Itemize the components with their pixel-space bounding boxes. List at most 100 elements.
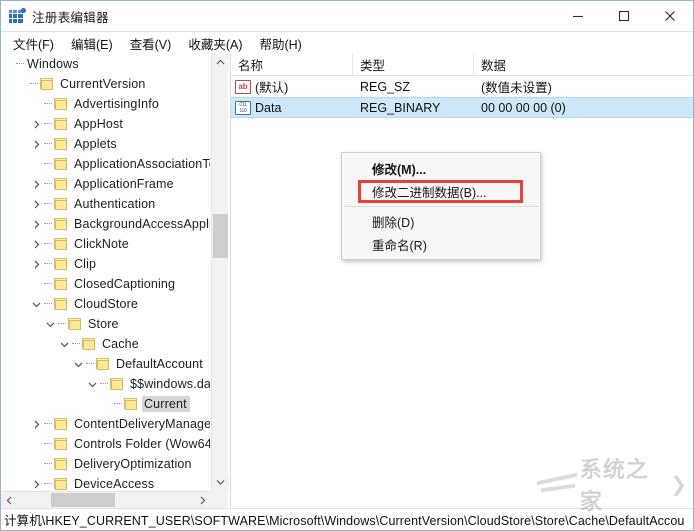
tree-item[interactable]: Applets: [1, 134, 210, 154]
registry-values-list[interactable]: (默认) REG_SZ (数值未设置) Data REG_BINARY 00 00 00 …: [231, 76, 693, 508]
scrollbar-corner: [211, 491, 228, 508]
tree-vertical-scrollbar[interactable]: [211, 54, 229, 491]
chevron-down-icon[interactable]: [85, 374, 99, 394]
tree-item[interactable]: Store: [1, 314, 210, 334]
content-area: Windows CurrentVersion AdvertisingInfo AppH…: [1, 54, 693, 508]
chevron-down-icon[interactable]: [57, 334, 71, 354]
tree-item-label: AdvertisingInfo: [74, 97, 159, 111]
tree-item-label: Clip: [74, 257, 97, 271]
tree-item[interactable]: AdvertisingInfo: [1, 94, 210, 114]
chevron-right-icon[interactable]: [29, 134, 43, 154]
tree-item[interactable]: BackgroundAccessApplicati: [1, 214, 210, 234]
tree-vertical-scroll-thumb[interactable]: [213, 214, 228, 258]
folder-icon: [53, 197, 69, 211]
folder-icon: [53, 177, 69, 191]
tree-item-label: BackgroundAccessApplicati: [74, 217, 210, 231]
chevron-down-icon[interactable]: [29, 294, 43, 314]
folder-icon: [123, 397, 139, 411]
table-row[interactable]: Data REG_BINARY 00 00 00 00 (0): [231, 97, 693, 118]
chevron-right-icon[interactable]: [29, 174, 43, 194]
context-menu-item-rename[interactable]: 重命名(R): [342, 233, 540, 256]
folder-icon: [53, 457, 69, 471]
tree-item-label: CurrentVersion: [60, 77, 146, 91]
tree-item[interactable]: CloudStore: [1, 294, 210, 314]
tree-item-label: ClickNote: [74, 237, 129, 251]
tree-item[interactable]: ClickNote: [1, 234, 210, 254]
context-menu-item-delete[interactable]: 删除(D): [342, 210, 540, 233]
chevron-down-icon[interactable]: [43, 314, 57, 334]
tree-connector: [43, 474, 53, 490]
tree-item[interactable]: CurrentVersion: [1, 74, 210, 94]
tree-expander-empty: [29, 434, 43, 454]
tree-item[interactable]: DeviceAccess: [1, 474, 210, 490]
tree-item-label: Current: [142, 396, 190, 412]
menu-edit[interactable]: 编辑(E): [64, 32, 120, 55]
tree-connector: [43, 134, 53, 154]
chevron-right-icon[interactable]: [29, 194, 43, 214]
maximize-button[interactable]: [601, 1, 647, 31]
chevron-right-icon[interactable]: [29, 414, 43, 434]
tree-item[interactable]: Authentication: [1, 194, 210, 214]
tree-item[interactable]: $$windows.dat: [1, 374, 210, 394]
tree-item[interactable]: DeliveryOptimization: [1, 454, 210, 474]
folder-icon: [53, 297, 69, 311]
menu-bar: 文件(F) 编辑(E) 查看(V) 收藏夹(A) 帮助(H): [1, 32, 693, 54]
folder-icon: [53, 157, 69, 171]
context-menu-item-modify[interactable]: 修改(M)...: [342, 157, 540, 180]
context-menu-item-modify-binary[interactable]: 修改二进制数据(B)...: [342, 180, 540, 203]
tree-item-label: AppHost: [74, 117, 123, 131]
chevron-right-icon[interactable]: [29, 474, 43, 490]
chevron-down-icon[interactable]: [71, 354, 85, 374]
tree-expander-empty: [99, 394, 113, 414]
tree-connector: [43, 214, 53, 234]
list-header: 名称 类型 数据: [231, 54, 693, 76]
menu-favorites[interactable]: 收藏夹(A): [181, 32, 249, 55]
tree-item-label: CloudStore: [74, 297, 139, 311]
column-header-name[interactable]: 名称: [231, 54, 353, 75]
scroll-left-icon[interactable]: [1, 492, 18, 508]
folder-icon: [81, 337, 97, 351]
tree-expander-empty: [1, 54, 15, 74]
menu-file[interactable]: 文件(F): [6, 32, 61, 55]
tree-item[interactable]: Clip: [1, 254, 210, 274]
scroll-down-icon[interactable]: [212, 474, 229, 491]
title-bar: 注册表编辑器: [1, 1, 693, 31]
tree-item[interactable]: ApplicationFrame: [1, 174, 210, 194]
folder-icon: [53, 137, 69, 151]
tree-connector: [43, 154, 53, 174]
value-name: (默认): [255, 81, 289, 95]
close-button[interactable]: [647, 1, 693, 31]
cell-name: (默认): [231, 77, 353, 96]
minimize-button[interactable]: [555, 1, 601, 31]
column-header-type[interactable]: 类型: [353, 54, 474, 75]
menu-view[interactable]: 查看(V): [123, 32, 179, 55]
tree-item[interactable]: Cache: [1, 334, 210, 354]
registry-tree[interactable]: Windows CurrentVersion AdvertisingInfo AppH…: [1, 54, 210, 490]
tree-item[interactable]: Current: [1, 394, 210, 414]
tree-item-label: DefaultAccount: [116, 357, 203, 371]
tree-item[interactable]: ClosedCaptioning: [1, 274, 210, 294]
tree-item[interactable]: Windows: [1, 54, 210, 74]
tree-item[interactable]: DefaultAccount: [1, 354, 210, 374]
column-header-data[interactable]: 数据: [474, 54, 693, 75]
tree-item[interactable]: ApplicationAssociationToas: [1, 154, 210, 174]
chevron-right-icon[interactable]: [29, 234, 43, 254]
chevron-right-icon[interactable]: [29, 254, 43, 274]
scroll-up-icon[interactable]: [212, 54, 229, 71]
tree-item[interactable]: ContentDeliveryManager: [1, 414, 210, 434]
folder-icon: [53, 237, 69, 251]
tree-item-label: ApplicationAssociationToas: [74, 157, 210, 171]
tree-item[interactable]: AppHost: [1, 114, 210, 134]
tree-horizontal-scrollbar[interactable]: [1, 491, 211, 508]
menu-help[interactable]: 帮助(H): [252, 32, 308, 55]
chevron-right-icon[interactable]: [29, 214, 43, 234]
chevron-right-icon[interactable]: [29, 114, 43, 134]
tree-item[interactable]: Controls Folder (Wow64): [1, 434, 210, 454]
tree-expander-empty: [29, 154, 43, 174]
tree-item-label: Cache: [102, 337, 139, 351]
tree-item-label: Applets: [74, 137, 117, 151]
tree-horizontal-scroll-thumb[interactable]: [51, 493, 115, 507]
tree-item-label: Windows: [27, 57, 79, 71]
table-row[interactable]: (默认) REG_SZ (数值未设置): [231, 76, 693, 97]
scroll-right-icon[interactable]: [194, 492, 211, 508]
